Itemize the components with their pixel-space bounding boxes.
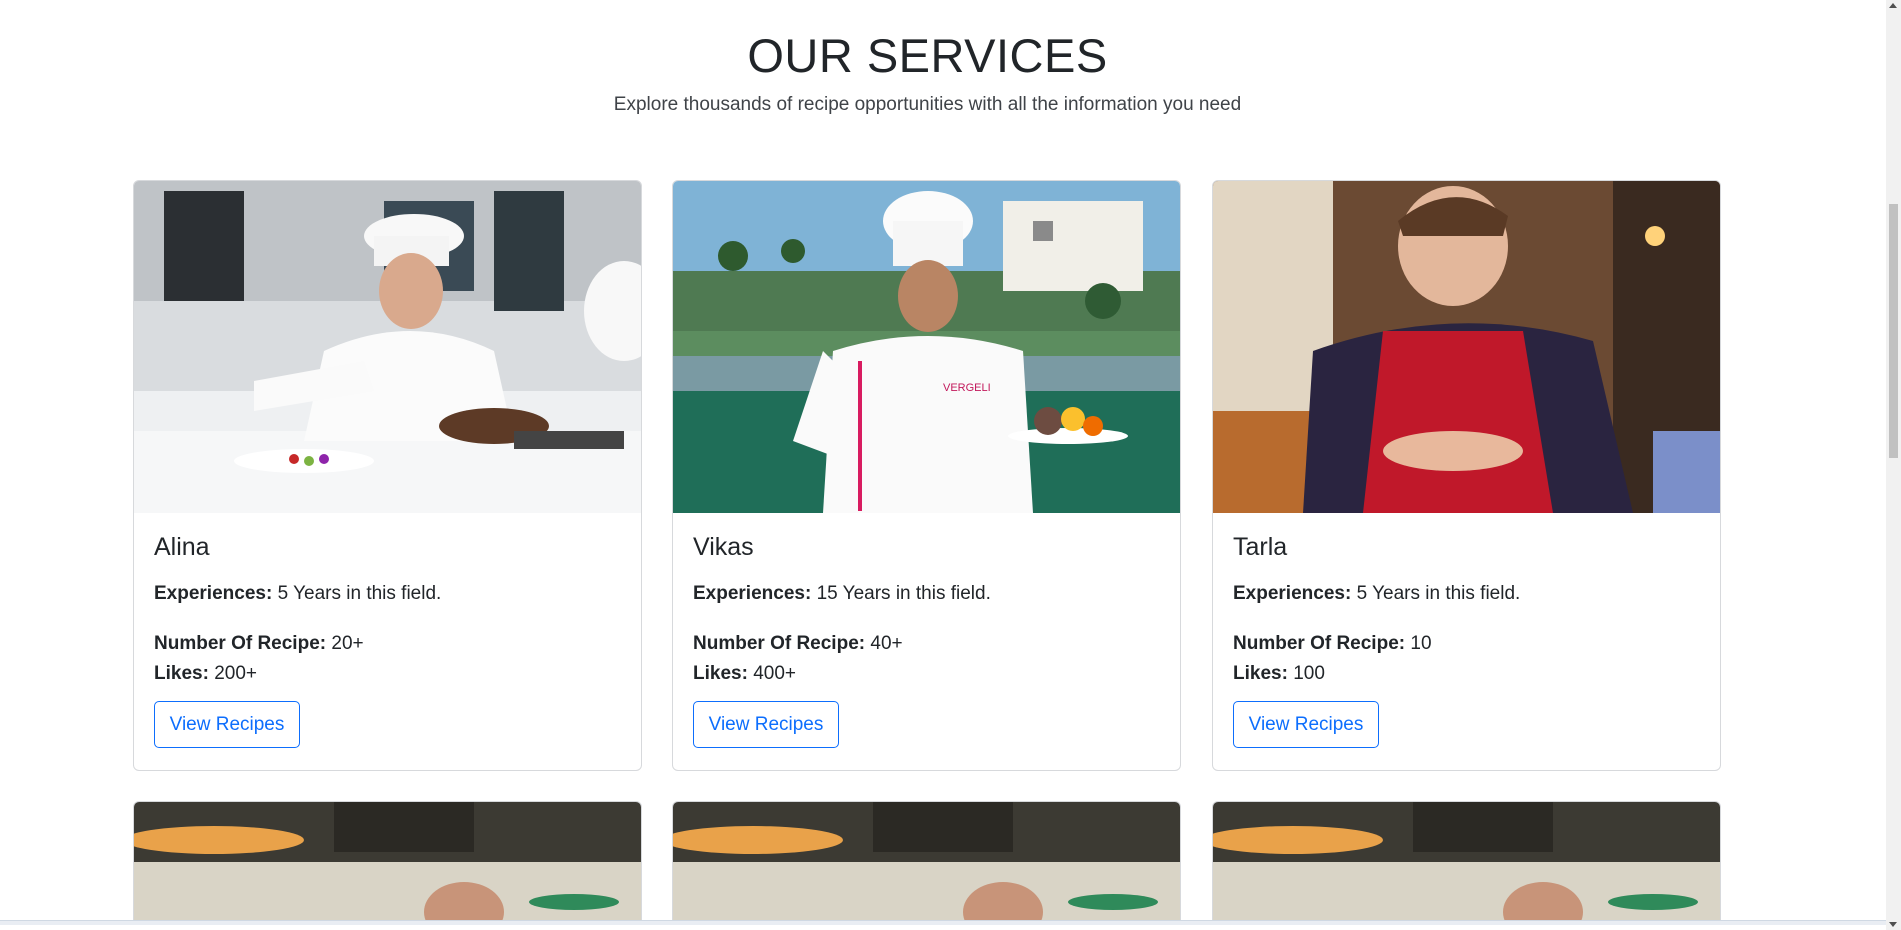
chef-card-row2-1 — [133, 801, 642, 925]
chef-card-row2-3 — [1212, 801, 1721, 925]
chef-card-tarla: Tarla Experiences: 5 Years in this field… — [1212, 180, 1721, 771]
chef-experience: Experiences: 15 Years in this field. — [693, 583, 991, 604]
svg-text:VERGELI: VERGELI — [943, 382, 991, 394]
chef-experience: Experiences: 5 Years in this field. — [1233, 583, 1521, 604]
scrollbar-thumb[interactable] — [1889, 204, 1898, 458]
bottom-edge — [0, 920, 1886, 925]
chef-name: Tarla — [1233, 533, 1288, 561]
chef-name: Vikas — [693, 533, 754, 561]
view-recipes-button-alina[interactable]: View Recipes — [154, 701, 300, 748]
chef-photo-vikas: VERGELI — [673, 181, 1180, 513]
chef-likes: Likes: 400+ — [693, 663, 796, 684]
chef-card-row2-2 — [672, 801, 1181, 925]
vertical-scrollbar[interactable] — [1886, 0, 1901, 930]
chef-recipe-count: Number Of Recipe: 40+ — [693, 633, 903, 654]
view-recipes-button-tarla[interactable]: View Recipes — [1233, 701, 1379, 748]
chef-card-alina: Alina Experiences: 5 Years in this field… — [133, 180, 642, 771]
chef-photo-alina — [134, 181, 641, 513]
chef-name: Alina — [154, 533, 210, 561]
page-viewport: OUR SERVICES Explore thousands of recipe… — [0, 0, 1886, 925]
chef-photo-row2-2 — [673, 802, 1180, 925]
chef-photo-row2-3 — [1213, 802, 1720, 925]
scroll-up-arrow-icon[interactable] — [1889, 3, 1897, 8]
chef-card-vikas: VERGELI Vikas Experiences: 15 Years in t… — [672, 180, 1181, 771]
chef-recipe-count: Number Of Recipe: 20+ — [154, 633, 364, 654]
chef-experience: Experiences: 5 Years in this field. — [154, 583, 442, 604]
chef-likes: Likes: 200+ — [154, 663, 257, 684]
section-title: OUR SERVICES — [747, 29, 1108, 82]
view-recipes-button-vikas[interactable]: View Recipes — [693, 701, 839, 748]
chef-recipe-count: Number Of Recipe: 10 — [1233, 633, 1432, 654]
chef-likes: Likes: 100 — [1233, 663, 1325, 684]
scroll-down-arrow-icon[interactable] — [1889, 922, 1897, 927]
chef-photo-tarla — [1213, 181, 1720, 513]
chef-photo-row2-1 — [134, 802, 641, 925]
section-subtitle: Explore thousands of recipe opportunitie… — [613, 94, 1242, 115]
